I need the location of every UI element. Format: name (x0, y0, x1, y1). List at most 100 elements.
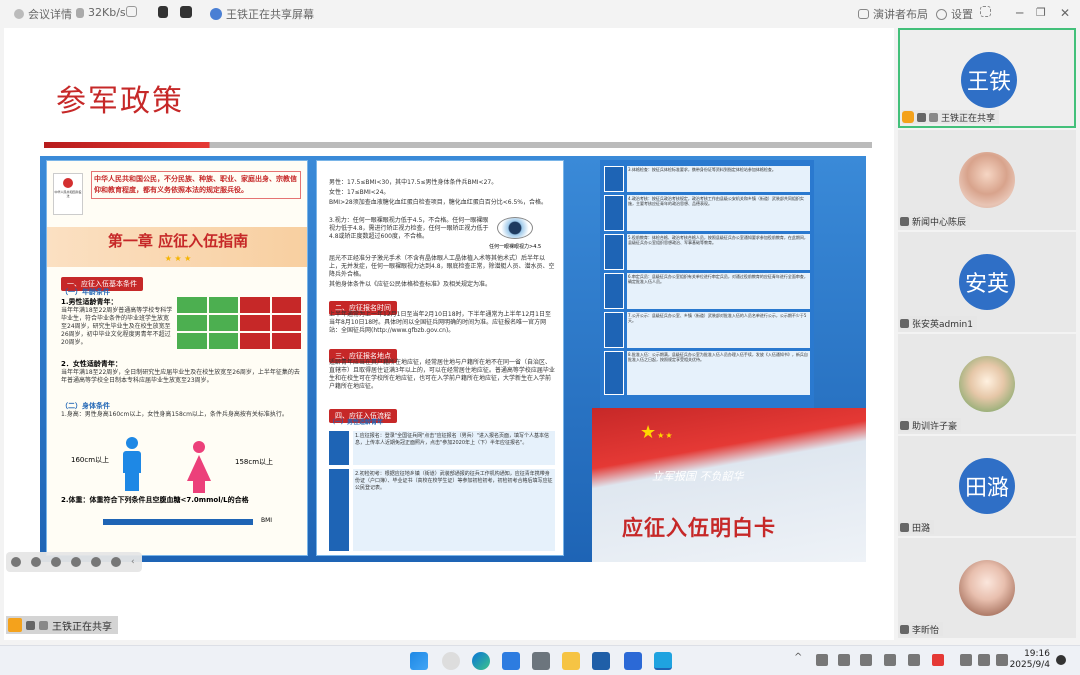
avatar (959, 560, 1015, 616)
participant-tile[interactable]: 李昕怡 (898, 538, 1076, 638)
battery-icon[interactable] (996, 654, 1008, 666)
participant-sidebar: 王铁 王铁正在共享 新闻中心陈辰 安英 张安英admin1 助训许子豪 田潞 田… (898, 28, 1080, 640)
checkup-icon (329, 469, 349, 551)
participant-tile[interactable]: 助训许子豪 (898, 334, 1076, 434)
tray-app-icon[interactable] (816, 654, 828, 666)
popout-button[interactable] (126, 6, 137, 17)
participant-name-tag: 张安英admin1 (900, 316, 977, 330)
age-condition-heading: （一）年龄条件 (61, 288, 110, 296)
mic-icon[interactable] (884, 654, 896, 666)
flow-subheading: （一）男性适龄青年 (329, 419, 384, 426)
folder-icon[interactable] (562, 652, 580, 670)
sharing-label: 王铁正在共享 (6, 616, 118, 634)
wifi-icon[interactable] (960, 654, 972, 666)
qualification-grid (177, 297, 301, 349)
chevron-up-icon[interactable]: ^ (794, 652, 802, 664)
registration-place-text: 适龄青年应当在其户籍所在地应征，经常居住地与户籍所在地不在同一省（自治区、直辖市… (329, 359, 555, 390)
popout-icon (126, 6, 137, 17)
refractive-surgery-text: 屈光不正经准分子激光手术（不含有晶体眼人工晶体植入术等其他术式）后半年以上，无并… (329, 255, 555, 278)
meeting-details[interactable]: 会议详情 (14, 6, 72, 22)
bmi-extra-text: BMI>28须加查血液糖化血红蛋白检查项目，糖化血红蛋白百分比<6.5%，合格。 (329, 199, 547, 206)
tray-app-icon[interactable] (860, 654, 872, 666)
avatar (959, 152, 1015, 208)
search-icon[interactable] (442, 652, 460, 670)
more-icon[interactable] (111, 557, 121, 567)
male-age-text: 当年年满18至22周岁普通高等学校专科学毕业生，符合毕业条件的毕业班学生放宽至2… (61, 307, 173, 346)
notification-icon[interactable] (1056, 655, 1066, 665)
slide-title: 参军政策 (56, 84, 184, 119)
weight-text: 2.体重：体重符合下列条件且空腹血糖<7.0mmol/L的合格 (61, 496, 249, 504)
system-clock[interactable]: 19:16 2025/9/4 (1010, 649, 1050, 671)
eraser-icon[interactable] (71, 557, 81, 567)
camera-icon[interactable] (532, 652, 550, 670)
layout-icon (858, 9, 869, 19)
gear-icon (936, 8, 947, 20)
collapse-icon[interactable]: ‹ (131, 557, 135, 567)
card-title: 应征入伍明白卡 (622, 515, 776, 540)
step-icon (604, 195, 624, 231)
participant-tile[interactable]: 田潞 田潞 (898, 436, 1076, 536)
signal-icon (76, 7, 84, 18)
brochure-image: 中华人民共和国兵役法 中华人民共和国公民，不分民族、种族、职业、家庭出身、宗教信… (40, 156, 866, 562)
step-icon (604, 351, 624, 395)
windows-taskbar: ^ 19:16 2025/9/4 (0, 645, 1080, 675)
maximize-button[interactable]: ❐ (1036, 6, 1046, 19)
stars-decoration: ★ ★ ★ (164, 254, 192, 263)
register-icon (329, 431, 349, 465)
document-button[interactable] (158, 6, 168, 18)
back-icon[interactable] (11, 557, 21, 567)
translate-button[interactable] (180, 6, 192, 18)
step-icon (604, 273, 624, 309)
annotation-toolbar[interactable]: ‹ (6, 552, 142, 572)
step-icon (604, 234, 624, 270)
law-book-cover: 中华人民共和国兵役法 (53, 173, 83, 215)
info-icon (14, 9, 24, 19)
vision-caption: 任何一眼裸眼视力>4.5 (489, 244, 542, 250)
process-steps: 3.体格检查：按征兵体检标准要求，携带身份证等资料到指定体检站参加体格检查。 4… (604, 166, 810, 402)
female-height-label: 158cm以上 (235, 458, 274, 466)
chapter-banner: 第一章 应征入伍指南 ★ ★ ★ (47, 227, 307, 267)
wps-icon[interactable] (624, 652, 642, 670)
participant-tile[interactable]: 新闻中心陈辰 (898, 130, 1076, 230)
forward-icon[interactable] (31, 557, 41, 567)
start-icon[interactable] (410, 652, 428, 670)
participant-tile[interactable]: 安英 张安英admin1 (898, 232, 1076, 332)
settings-button[interactable]: 设置 (936, 6, 973, 22)
store-icon[interactable] (592, 652, 610, 670)
flow-step1: 1.应征报名：登录"全国征兵网"点击"应征报名（男兵）"进入报名页面，填写个人基… (329, 431, 555, 465)
mic-muted-icon (900, 318, 909, 328)
enlistment-card: ★★★ 立军报国 不负韶华 应征入伍明白卡 (592, 408, 866, 562)
eye-icon (497, 217, 533, 239)
pen-icon[interactable] (51, 557, 61, 567)
participant-name-tag: 田潞 (900, 520, 935, 534)
mail-icon[interactable] (502, 652, 520, 670)
brochure-middle-panel: 男性：17.5≤BMI<30，其中17.5≤男性身体条件兵BMI<27。 女性：… (316, 160, 564, 556)
participant-name-tag: 李昕怡 (900, 622, 944, 636)
male-figure-icon (121, 437, 143, 493)
participant-tile[interactable]: 王铁 王铁正在共享 (898, 28, 1076, 128)
minimize-button[interactable]: ─ (1016, 6, 1023, 20)
male-age-title: 1.男性适龄青年： (61, 298, 118, 306)
fullscreen-button[interactable] (980, 6, 991, 17)
bmi-scale-bar (103, 519, 253, 525)
avatar (959, 356, 1015, 412)
female-figure-icon (187, 441, 211, 493)
tray-app-icon[interactable] (932, 654, 944, 666)
emblem-icon (63, 178, 73, 188)
fullscreen-icon (980, 6, 991, 17)
mic-icon (917, 112, 926, 122)
close-button[interactable]: ✕ (1060, 6, 1070, 20)
edge-icon[interactable] (472, 652, 490, 670)
male-height-label: 160cm以上 (71, 456, 110, 464)
speaker-layout-button[interactable]: 演讲者布局 (858, 6, 928, 22)
registration-time-text: 上半年通常为上一年12月1日至当年2月10日18时，下半年通常为上半年12月1日… (329, 311, 551, 334)
ime-icon[interactable] (908, 654, 920, 666)
other-conditions-text: 其他身体条件以《应征公民体格检查标准》及相关规定为准。 (329, 281, 492, 288)
meeting-app-icon[interactable] (654, 652, 672, 670)
volume-icon[interactable] (978, 654, 990, 666)
avatar: 田潞 (959, 458, 1015, 514)
sharing-status: 王铁正在共享屏幕 (210, 6, 314, 22)
tray-app-icon[interactable] (838, 654, 850, 666)
screenshot-icon[interactable] (91, 557, 101, 567)
brochure-left-panel: 中华人民共和国兵役法 中华人民共和国公民，不分民族、种族、职业、家庭出身、宗教信… (46, 160, 308, 556)
